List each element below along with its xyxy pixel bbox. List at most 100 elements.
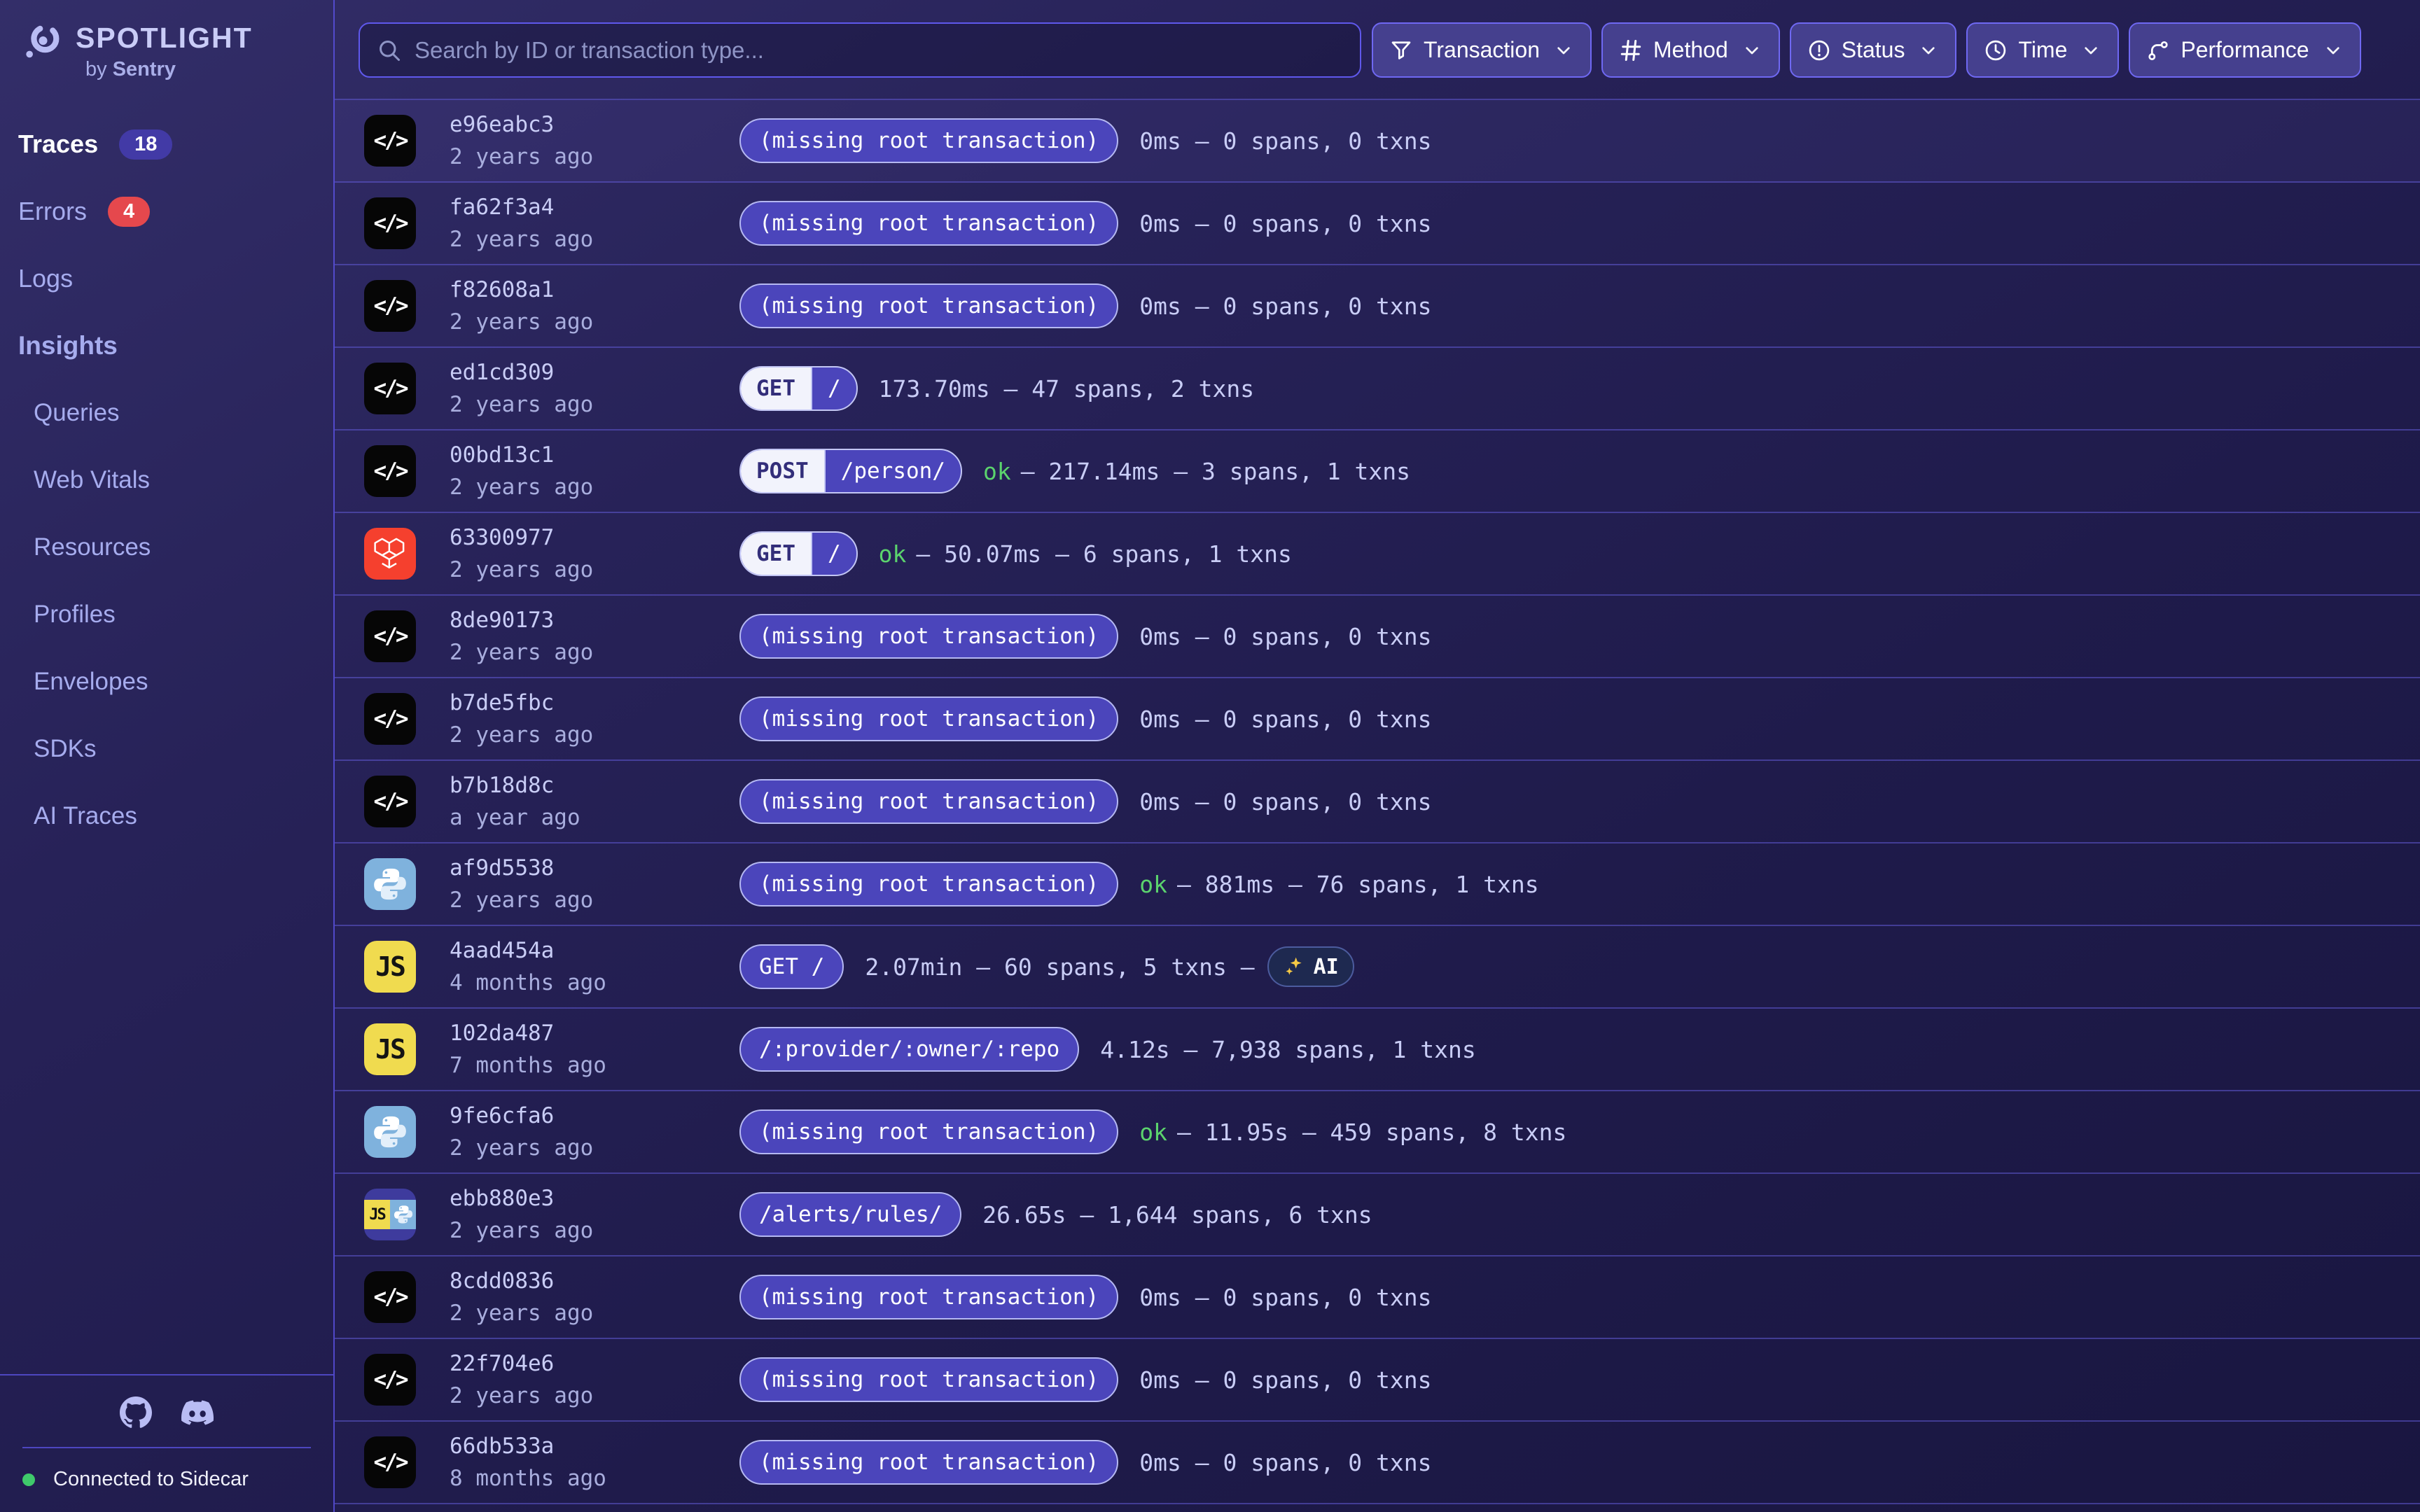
- sidebar-item[interactable]: Traces 18: [18, 111, 333, 178]
- trace-row[interactable]: </> b7b18d8c a year ago (missing root tr…: [335, 761, 2420, 844]
- trace-row[interactable]: </> 8de90173 2 years ago (missing root t…: [335, 596, 2420, 678]
- code-runtime-icon: </>: [364, 693, 416, 745]
- discord-icon[interactable]: [181, 1396, 214, 1429]
- python-mini-icon: [390, 1200, 416, 1229]
- trace-duration-spans: 0ms — 0 spans, 0 txns: [1139, 293, 1431, 320]
- sidebar-item[interactable]: AI Traces: [18, 783, 333, 850]
- code-glyph: </>: [374, 789, 407, 814]
- sidebar-item[interactable]: Resources: [18, 514, 333, 581]
- trace-age: 2 years ago: [450, 1135, 739, 1161]
- sidebar-item[interactable]: Web Vitals: [18, 447, 333, 514]
- filter-label: Time: [2018, 37, 2067, 63]
- sidebar-item[interactable]: Profiles: [18, 581, 333, 648]
- js-glyph: JS: [375, 951, 405, 982]
- app-logo: SPOTLIGHT by Sentry: [0, 0, 333, 81]
- python-icon: [364, 858, 416, 910]
- filter-label: Status: [1842, 37, 1905, 63]
- trace-duration-spans: 0ms — 0 spans, 0 txns: [1139, 210, 1431, 237]
- trace-row[interactable]: 9fe6cfa6 2 years ago (missing root trans…: [335, 1091, 2420, 1174]
- status-ok-label: ok: [879, 540, 907, 568]
- trace-id: b7de5fbc: [450, 690, 739, 715]
- trace-meta: fa62f3a4 2 years ago: [450, 195, 739, 252]
- trace-row[interactable]: </> b7de5fbc 2 years ago (missing root t…: [335, 678, 2420, 761]
- sidebar-item[interactable]: Logs: [18, 245, 333, 312]
- trace-stats: 0ms — 0 spans, 0 txns: [1139, 706, 1431, 733]
- filter-label: Performance: [2181, 37, 2309, 63]
- method-path-badge: POST /person/: [739, 449, 962, 493]
- trace-badge-area: (missing root transaction): [739, 1275, 1118, 1320]
- main-content: Transaction Method: [335, 0, 2420, 1512]
- sidebar-item[interactable]: Envelopes: [18, 648, 333, 715]
- filter-button[interactable]: Time: [1966, 22, 2119, 78]
- code-runtime-icon: </>: [364, 1354, 416, 1406]
- trace-row[interactable]: 63300977 2 years ago GET / ok — 50.07m: [335, 513, 2420, 596]
- sidebar-item-label: Envelopes: [34, 668, 148, 696]
- method-path-badge: GET /: [739, 531, 858, 576]
- sparkles-icon: [1283, 955, 1305, 978]
- trace-stats: 0ms — 0 spans, 0 txns: [1139, 293, 1431, 320]
- code-runtime-icon: </>: [364, 610, 416, 662]
- trace-row[interactable]: JS 4aad454a 4 months ago GET / 2.: [335, 926, 2420, 1009]
- trace-row[interactable]: </> 66db533a 8 months ago (missing root …: [335, 1422, 2420, 1504]
- status-ok-label: ok: [1139, 871, 1167, 898]
- trace-stats: ok — 217.14ms — 3 spans, 1 txns: [983, 458, 1410, 485]
- trace-age: 2 years ago: [450, 392, 739, 417]
- code-glyph: </>: [374, 624, 407, 649]
- filter-button[interactable]: Transaction: [1372, 22, 1592, 78]
- trace-duration-spans: — 881ms — 76 spans, 1 txns: [1177, 871, 1539, 898]
- trace-id: af9d5538: [450, 855, 739, 881]
- method-path-badge: GET /: [739, 366, 858, 411]
- trace-age: a year ago: [450, 805, 739, 830]
- search-input[interactable]: [415, 37, 1343, 64]
- sidebar-item[interactable]: Insights: [18, 312, 333, 379]
- sidebar-item[interactable]: Errors 4: [18, 178, 333, 245]
- sidebar-item-label: Web Vitals: [34, 466, 150, 494]
- missing-root-transaction-badge: (missing root transaction): [739, 1275, 1118, 1320]
- filter-button[interactable]: Status: [1790, 22, 1957, 78]
- filter-button[interactable]: Method: [1601, 22, 1780, 78]
- app-title: SPOTLIGHT: [76, 22, 253, 54]
- sidebar-item[interactable]: SDKs: [18, 715, 333, 783]
- trace-badge-area: (missing root transaction): [739, 779, 1118, 824]
- trace-duration-spans: 0ms — 0 spans, 0 txns: [1139, 788, 1431, 816]
- filter-button[interactable]: Performance: [2129, 22, 2360, 78]
- trace-badge-area: GET /: [739, 531, 858, 576]
- trace-row[interactable]: JS 102da487 7 months ago /:provider/:own…: [335, 1009, 2420, 1091]
- trace-age: 4 months ago: [450, 970, 739, 995]
- trace-row[interactable]: </> e96eabc3 2 years ago (missing root t…: [335, 100, 2420, 183]
- trace-id: 8cdd0836: [450, 1268, 739, 1294]
- code-glyph: </>: [374, 706, 407, 732]
- connected-status-dot: [22, 1474, 35, 1486]
- trace-duration-spans: 173.70ms — 47 spans, 2 txns: [879, 375, 1254, 402]
- missing-root-transaction-badge: (missing root transaction): [739, 862, 1118, 906]
- sidebar-item-label: SDKs: [34, 735, 96, 763]
- trace-row[interactable]: </> 00bd13c1 2 years ago POST /p: [335, 430, 2420, 513]
- javascript-python-icon: JS: [364, 1189, 416, 1240]
- trace-age: 7 months ago: [450, 1053, 739, 1078]
- trace-stats: 4.12s — 7,938 spans, 1 txns: [1100, 1036, 1475, 1063]
- hash-icon: [1618, 38, 1643, 63]
- missing-root-transaction-badge: (missing root transaction): [739, 1440, 1118, 1485]
- trace-row[interactable]: </> f82608a1 2 years ago (missing root t…: [335, 265, 2420, 348]
- trace-duration-spans: 26.65s — 1,644 spans, 6 txns: [982, 1201, 1372, 1228]
- github-icon[interactable]: [120, 1396, 152, 1429]
- code-glyph: </>: [374, 1367, 407, 1392]
- trace-meta: af9d5538 2 years ago: [450, 855, 739, 913]
- trace-row[interactable]: </> fa62f3a4 2 years ago (missing root t…: [335, 183, 2420, 265]
- trace-row[interactable]: JS ebb880e3 2 years ago: [335, 1174, 2420, 1256]
- trace-row[interactable]: </> ed1cd309 2 years ago GET /: [335, 348, 2420, 430]
- trace-age: 2 years ago: [450, 144, 739, 169]
- http-method-label: GET: [741, 368, 811, 410]
- chevron-down-icon: [2080, 39, 2102, 62]
- trace-duration-spans: — 11.95s — 459 spans, 8 txns: [1177, 1119, 1566, 1146]
- search-icon: [377, 38, 402, 63]
- sidebar-item-label: Traces: [18, 130, 98, 159]
- trace-row[interactable]: af9d5538 2 years ago (missing root trans…: [335, 844, 2420, 926]
- missing-root-transaction-badge: (missing root transaction): [739, 696, 1118, 741]
- trace-meta: 8de90173 2 years ago: [450, 608, 739, 665]
- ai-badge: AI: [1267, 946, 1354, 987]
- trace-age: 2 years ago: [450, 722, 739, 748]
- sidebar-item[interactable]: Queries: [18, 379, 333, 447]
- trace-row[interactable]: </> 22f704e6 2 years ago (missing root t…: [335, 1339, 2420, 1422]
- trace-row[interactable]: </> 8cdd0836 2 years ago (missing root t…: [335, 1256, 2420, 1339]
